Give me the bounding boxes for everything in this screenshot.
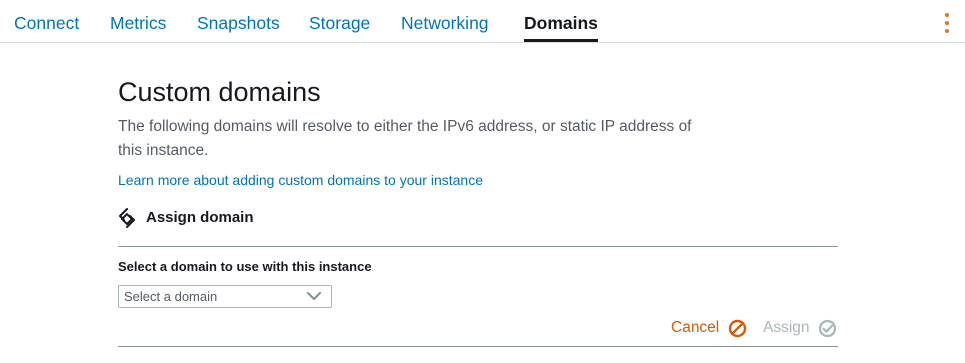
assign-button-label: Assign xyxy=(763,319,810,336)
tab-bar: Connect Metrics Snapshots Storage Networ… xyxy=(0,0,965,43)
assign-button[interactable]: Assign xyxy=(763,317,839,339)
page-description: The following domains will resolve to ei… xyxy=(118,118,692,159)
cancel-icon xyxy=(728,319,747,338)
learn-more-link[interactable]: Learn more about adding custom domains t… xyxy=(118,171,483,189)
vertical-ellipsis-icon[interactable] xyxy=(942,12,952,34)
section-divider-top xyxy=(118,246,838,247)
domain-assign-icon xyxy=(119,208,135,228)
cancel-button-label: Cancel xyxy=(671,319,720,336)
section-divider-bottom xyxy=(118,346,838,347)
tab-snapshots[interactable]: Snapshots xyxy=(197,12,280,34)
page-title: Custom domains xyxy=(118,77,321,107)
tab-storage[interactable]: Storage xyxy=(309,12,370,34)
check-circle-icon xyxy=(818,319,837,338)
tab-connect[interactable]: Connect xyxy=(14,12,79,34)
chevron-down-icon xyxy=(307,292,321,301)
tab-domains-label: Domains xyxy=(524,13,598,33)
domain-select[interactable]: Select a domain xyxy=(118,285,332,308)
tab-metrics[interactable]: Metrics xyxy=(110,12,166,34)
assign-domain-heading: Assign domain xyxy=(146,209,254,226)
active-tab-indicator xyxy=(524,39,598,42)
domain-select-placeholder: Select a domain xyxy=(124,289,218,304)
tab-domains[interactable]: Domains xyxy=(524,12,598,42)
domain-field-label: Select a domain to use with this instanc… xyxy=(118,259,372,274)
tab-networking[interactable]: Networking xyxy=(401,12,489,34)
cancel-button[interactable]: Cancel xyxy=(671,317,751,339)
